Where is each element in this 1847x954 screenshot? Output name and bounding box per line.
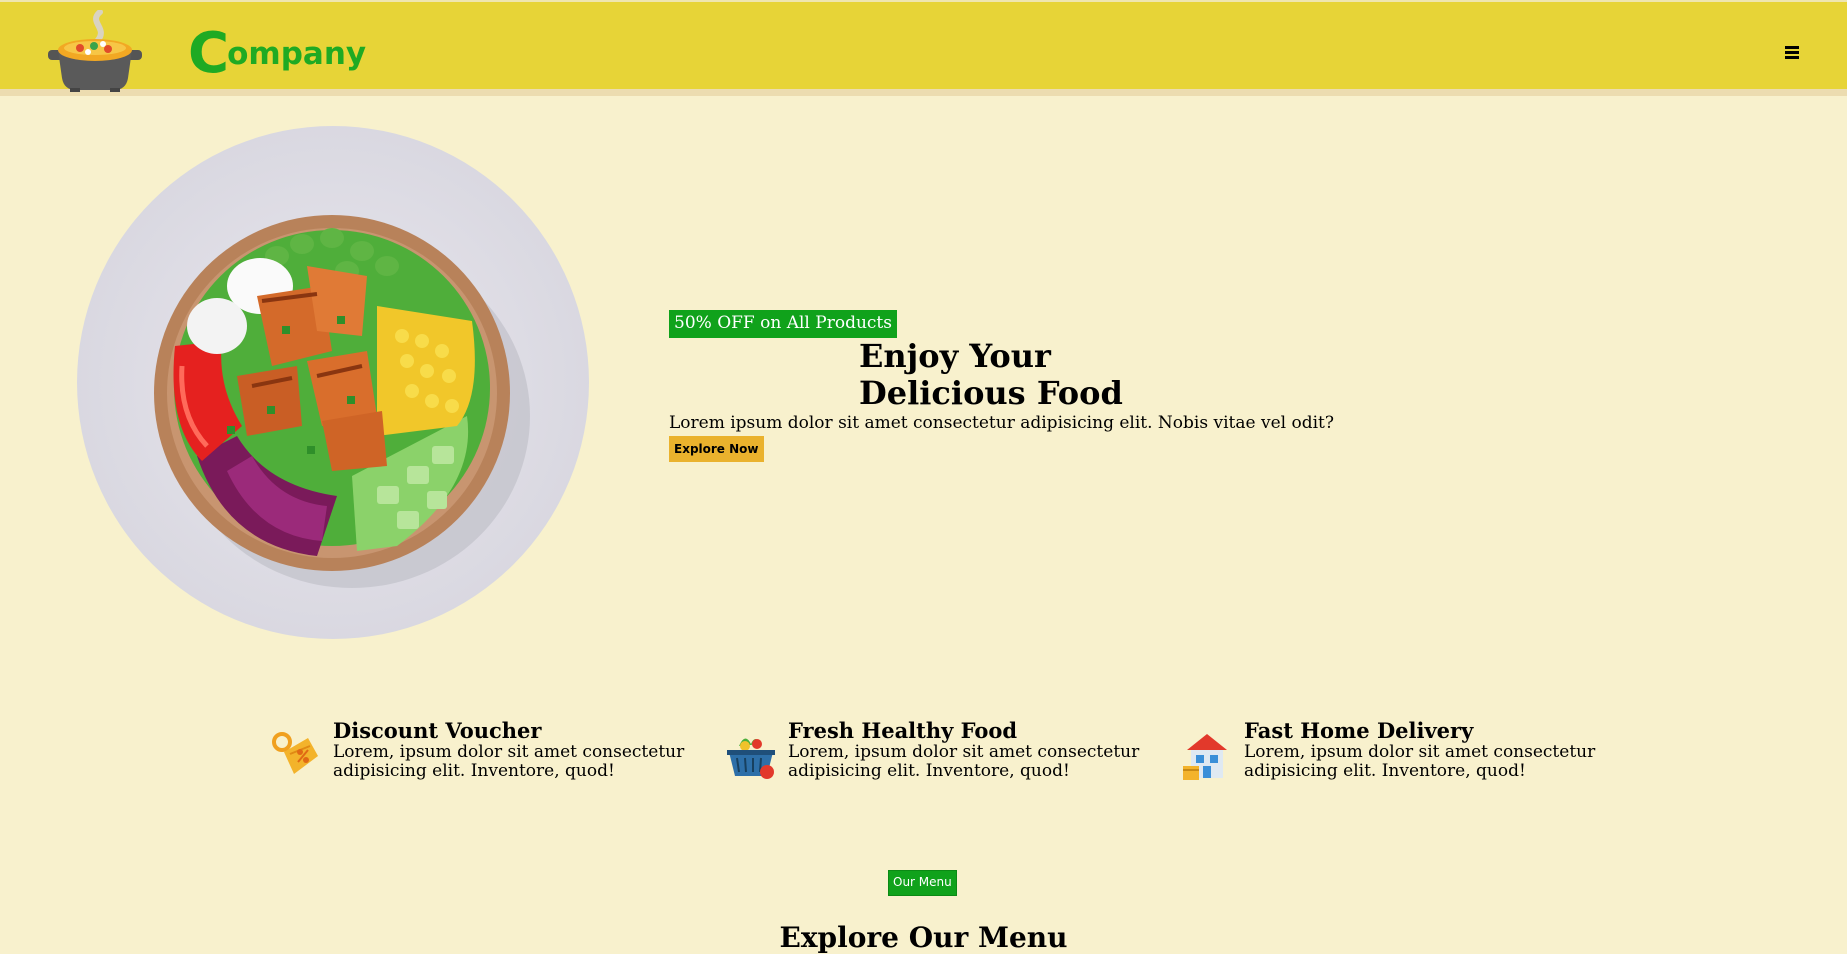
feature-description: Lorem, ipsum dolor sit amet consectetur …: [1244, 742, 1596, 781]
hero-content: 50% OFF on All Products Enjoy Your Delic…: [669, 310, 1369, 462]
site-header: Company: [0, 0, 1847, 96]
feature-title: Fresh Healthy Food: [788, 718, 1018, 743]
grocery-basket-icon: [727, 738, 775, 779]
feature-description: Lorem, ipsum dolor sit amet consectetur …: [333, 742, 685, 781]
hamburger-menu-icon[interactable]: [1785, 46, 1799, 60]
company-logo[interactable]: Company: [48, 10, 366, 92]
home-delivery-icon: [1183, 734, 1227, 780]
feature-discount-voucher: Discount Voucher Lorem, ipsum dolor sit …: [270, 718, 690, 788]
hero-description: Lorem ipsum dolor sit amet consectetur a…: [669, 413, 1334, 433]
discount-voucher-icon: [272, 732, 318, 774]
feature-title: Fast Home Delivery: [1244, 718, 1474, 743]
discount-badge: 50% OFF on All Products: [669, 310, 897, 338]
feature-title: Discount Voucher: [333, 718, 542, 743]
section-title: Explore Our Menu: [779, 921, 1068, 954]
hero-food-bowl-image: [77, 126, 589, 639]
brand-initial: C: [188, 21, 230, 86]
feature-description: Lorem, ipsum dolor sit amet consectetur …: [788, 742, 1140, 781]
feature-fresh-healthy-food: Fresh Healthy Food Lorem, ipsum dolor si…: [725, 718, 1145, 788]
our-menu-badge: Our Menu: [888, 870, 957, 896]
brand-rest: ompany: [227, 36, 367, 72]
hero-title: Enjoy Your Delicious Food: [859, 337, 1123, 412]
feature-fast-home-delivery: Fast Home Delivery Lorem, ipsum dolor si…: [1181, 718, 1601, 788]
soup-pot-icon: [48, 10, 142, 92]
explore-now-button[interactable]: Explore Now: [669, 436, 764, 462]
brand-name: Company: [188, 26, 367, 82]
